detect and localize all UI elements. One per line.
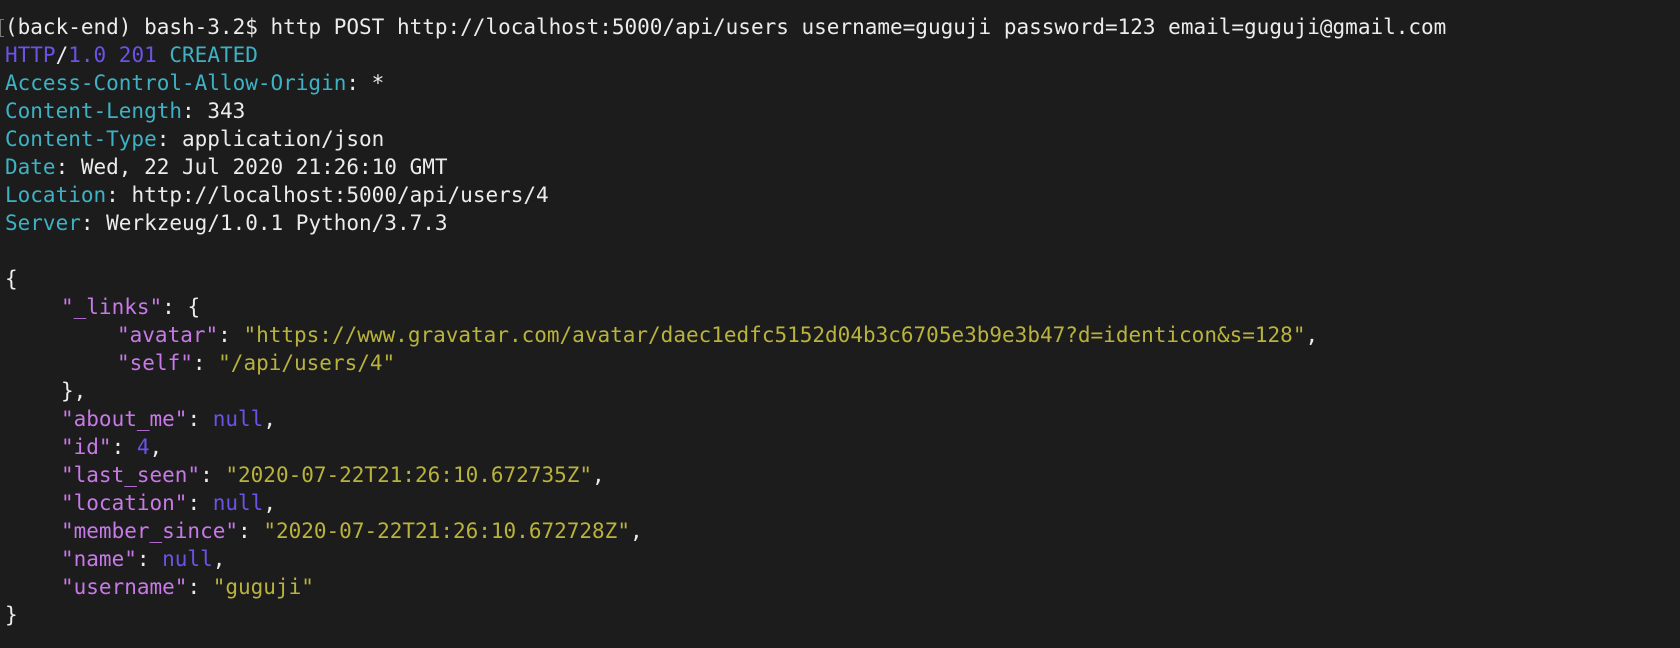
status-version-code: 1.0 201 (68, 43, 157, 67)
header-name: Access-Control-Allow-Origin (5, 71, 347, 95)
brace: } (5, 603, 18, 627)
json-id-line: "id": 4, (61, 435, 163, 459)
json-key: "location" (61, 491, 188, 515)
json-key: "_links" (61, 295, 163, 319)
json-number-value: 4 (136, 435, 150, 459)
header-value: Wed, 22 Jul 2020 21:26:10 GMT (80, 155, 448, 179)
json-close-brace: } (0, 601, 1680, 629)
json-null-value: null (212, 407, 264, 431)
json-key: "name" (61, 547, 137, 571)
status-slash: / (55, 43, 69, 67)
header-line: Content-Length: 343 (5, 99, 246, 123)
header-name: Content-Length (5, 99, 183, 123)
header-value: * (371, 71, 385, 95)
json-last-seen-line: "last_seen": "2020-07-22T21:26:10.672735… (61, 463, 605, 487)
json-key: "id" (61, 435, 112, 459)
json-string-value: "2020-07-22T21:26:10.672728Z" (263, 519, 630, 543)
header-line: Date: Wed, 22 Jul 2020 21:26:10 GMT (5, 155, 448, 179)
header-name: Content-Type (5, 127, 157, 151)
command-line: (back-end) bash-3.2$ http POST http://lo… (0, 13, 1680, 41)
json-key: "avatar" (117, 323, 219, 347)
json-member-since-line: "member_since": "2020-07-22T21:26:10.672… (61, 519, 643, 543)
json-string-value: "https://www.gravatar.com/avatar/daec1ed… (243, 323, 1306, 347)
status-protocol: HTTP (5, 43, 56, 67)
json-null-value: null (212, 491, 264, 515)
brace: }, (61, 379, 87, 403)
json-name-line: "name": null, (61, 547, 226, 571)
header-name: Date (5, 155, 56, 179)
json-links-close: }, (0, 377, 1680, 405)
json-null-value: null (162, 547, 213, 571)
json-string-value: "/api/users/4" (218, 351, 396, 375)
json-key: "member_since" (61, 519, 239, 543)
header-line: Content-Type: application/json (5, 127, 385, 151)
json-self-line: "self": "/api/users/4" (117, 351, 396, 375)
brace: { (187, 295, 201, 319)
header-line: Server: Werkzeug/1.0.1 Python/3.7.3 (5, 211, 448, 235)
command-text: http POST http://localhost:5000/api/user… (270, 15, 1447, 39)
header-value: Werkzeug/1.0.1 Python/3.7.3 (106, 211, 448, 235)
shell-prompt: (back-end) bash-3.2$ (5, 15, 271, 39)
brace: { (5, 267, 18, 291)
terminal-window[interactable]: (back-end) bash-3.2$ http POST http://lo… (0, 0, 1680, 648)
json-key: "username" (61, 575, 188, 599)
header-value: application/json (182, 127, 385, 151)
header-name: Location (5, 183, 107, 207)
header-line: Location: http://localhost:5000/api/user… (5, 183, 549, 207)
json-about-me-line: "about_me": null, (61, 407, 276, 431)
json-key: "about_me" (61, 407, 188, 431)
json-key: "last_seen" (61, 463, 201, 487)
json-location-line: "location": null, (61, 491, 276, 515)
json-username-line: "username": "guguji" (61, 575, 314, 599)
json-string-value: "2020-07-22T21:26:10.672735Z" (225, 463, 593, 487)
json-avatar-line: "avatar": "https://www.gravatar.com/avat… (117, 323, 1319, 347)
status-line: HTTP/1.0 201 CREATED (0, 41, 1680, 69)
header-value: http://localhost:5000/api/users/4 (131, 183, 549, 207)
header-value: 343 (207, 99, 246, 123)
header-name: Server (5, 211, 81, 235)
status-reason: CREATED (156, 43, 258, 67)
json-key: "self" (117, 351, 193, 375)
prompt-mark (0, 19, 4, 37)
header-line: Access-Control-Allow-Origin: * (5, 71, 385, 95)
json-string-value: "guguji" (212, 575, 314, 599)
json-links-line: "_links": { (61, 295, 201, 319)
json-open-brace: { (0, 265, 1680, 293)
